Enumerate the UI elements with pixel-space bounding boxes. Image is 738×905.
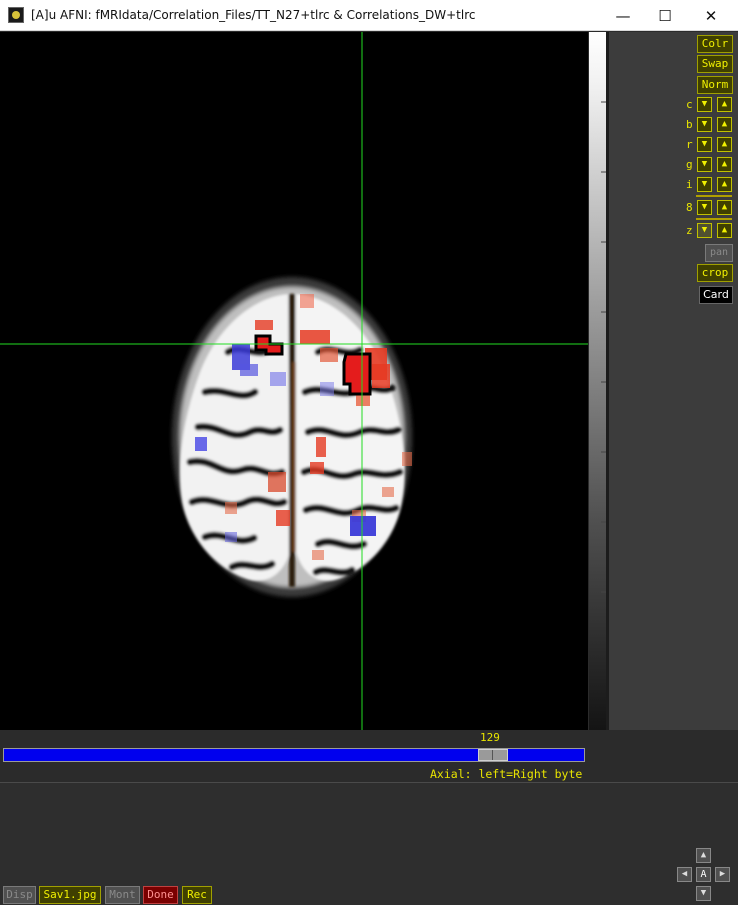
slider-thumb[interactable] <box>478 749 508 761</box>
rec-button[interactable]: Rec <box>182 886 212 904</box>
colr-button[interactable]: Colr <box>697 35 733 53</box>
image-fraction-up-arrow-icon[interactable]: ▲ <box>717 177 732 192</box>
lower-panel-border <box>0 782 738 783</box>
zoom-label: z <box>686 224 693 237</box>
save-button[interactable]: Sav1.jpg <box>39 886 101 904</box>
brightness-down-arrow-icon[interactable]: ▼ <box>697 117 712 132</box>
nav-right-arrow-icon[interactable]: ▶ <box>715 867 730 882</box>
image-viewport[interactable] <box>0 32 588 730</box>
eight-up-arrow-icon[interactable]: ▲ <box>717 200 732 215</box>
slice-slider[interactable] <box>3 748 585 762</box>
slice-number-label: 129 <box>480 731 500 744</box>
zoom-down-arrow-icon[interactable]: ▼ <box>697 223 712 238</box>
rotate-down-arrow-icon[interactable]: ▼ <box>697 137 712 152</box>
zoom-up-arrow-icon[interactable]: ▲ <box>717 223 732 238</box>
image-fraction-down-arrow-icon[interactable]: ▼ <box>697 177 712 192</box>
minimize-button[interactable]: — <box>600 0 646 31</box>
control-separator <box>696 195 732 197</box>
brightness-up-arrow-icon[interactable]: ▲ <box>717 117 732 132</box>
contrast-label: c <box>686 98 693 111</box>
nav-left-arrow-icon[interactable]: ◀ <box>677 867 692 882</box>
swap-button[interactable]: Swap <box>697 55 733 73</box>
crop-button[interactable]: crop <box>697 264 733 282</box>
mont-button[interactable]: Mont <box>105 886 140 904</box>
rotate-up-arrow-icon[interactable]: ▲ <box>717 137 732 152</box>
rotate-label: r <box>686 138 693 151</box>
pan-button[interactable]: pan <box>705 244 733 262</box>
brain-slice-image <box>0 32 588 730</box>
disp-button[interactable]: Disp <box>3 886 36 904</box>
done-button[interactable]: Done <box>143 886 178 904</box>
image-fraction-label: i <box>686 178 693 191</box>
orientation-label: Axial: left=Right byte <box>430 767 583 781</box>
card-button[interactable]: Card <box>699 286 733 304</box>
contrast-down-arrow-icon[interactable]: ▼ <box>697 97 712 112</box>
contrast-up-arrow-icon[interactable]: ▲ <box>717 97 732 112</box>
window-titlebar[interactable]: [A]u AFNI: fMRIdata/Correlation_Files/TT… <box>0 0 738 31</box>
nav-center-button[interactable]: A <box>696 867 711 882</box>
close-button[interactable]: ✕ <box>688 0 734 31</box>
gamma-down-arrow-icon[interactable]: ▼ <box>697 157 712 172</box>
gamma-up-arrow-icon[interactable]: ▲ <box>717 157 732 172</box>
maximize-button[interactable]: ☐ <box>642 0 688 31</box>
nav-down-arrow-icon[interactable]: ▼ <box>696 886 711 901</box>
intensity-colorbar <box>589 32 606 730</box>
norm-button[interactable]: Norm <box>697 76 733 94</box>
eight-down-arrow-icon[interactable]: ▼ <box>697 200 712 215</box>
nav-up-arrow-icon[interactable]: ▲ <box>696 848 711 863</box>
afni-app-icon <box>8 7 24 23</box>
control-separator <box>696 218 732 220</box>
eight-label: 8 <box>686 201 693 214</box>
window-title: [A]u AFNI: fMRIdata/Correlation_Files/TT… <box>31 8 476 22</box>
gamma-label: g <box>686 158 693 171</box>
brightness-label: b <box>686 118 693 131</box>
